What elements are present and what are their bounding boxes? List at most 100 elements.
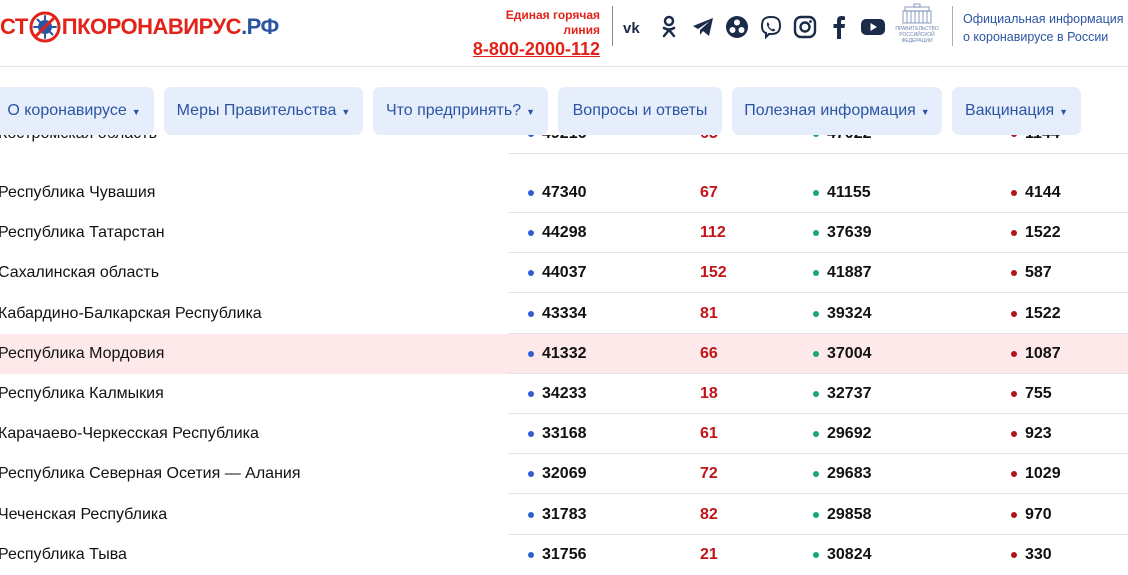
row-divider bbox=[508, 153, 1128, 154]
main-nav: О коронавирусе ▼ Меры Правительства ▼ Что … bbox=[0, 87, 1128, 135]
table-row: Кабардино-Балкарская Республика 43334 81… bbox=[0, 294, 1128, 334]
gov-emblem-caption-2: РОССИЙСКОЙ bbox=[899, 30, 935, 38]
deaths-value: 755 bbox=[1025, 385, 1052, 402]
government-emblem-icon[interactable]: ПРАВИТЕЛЬСТВО РОССИЙСКОЙ ФЕДЕРАЦИИ bbox=[890, 3, 944, 47]
cases-value: 41332 bbox=[542, 345, 587, 362]
cases-value: 47340 bbox=[542, 184, 587, 201]
official-info-link[interactable]: Официальная информация о коронавирусе в … bbox=[963, 10, 1128, 46]
cases-cell: 43334 bbox=[528, 294, 587, 334]
recovered-value: 39324 bbox=[827, 305, 872, 322]
cases-dot-icon bbox=[528, 190, 534, 196]
cases-cell: 49216 bbox=[528, 135, 587, 154]
region-name: Костромская область bbox=[0, 135, 157, 154]
recovered-cell: 32737 bbox=[813, 374, 872, 414]
deaths-cell: 1087 bbox=[1011, 334, 1061, 374]
recovered-dot-icon bbox=[813, 230, 819, 236]
table-row: Карачаево-Черкесская Республика 33168 61… bbox=[0, 414, 1128, 454]
new-cases-cell: 63 bbox=[700, 135, 718, 154]
region-name: Республика Чувашия bbox=[0, 184, 156, 201]
recovered-dot-icon bbox=[813, 471, 819, 477]
hotline-number-link[interactable]: 8-800-2000-112 bbox=[468, 38, 600, 60]
region-name: Чеченская Республика bbox=[0, 506, 168, 523]
deaths-cell: 755 bbox=[1011, 374, 1052, 414]
recovered-cell: 29692 bbox=[813, 414, 872, 454]
chevron-down-icon: ▼ bbox=[526, 107, 536, 117]
row-divider bbox=[508, 292, 1128, 293]
recovered-cell: 29858 bbox=[813, 495, 872, 535]
viber-icon[interactable] bbox=[758, 14, 784, 40]
recovered-dot-icon bbox=[813, 512, 819, 518]
recovered-value: 37004 bbox=[827, 345, 872, 362]
recovered-value: 29858 bbox=[827, 506, 872, 523]
nav-item-about-coronavirus[interactable]: О коронавирусе ▼ bbox=[0, 87, 154, 135]
region-name: Республика Татарстан bbox=[0, 224, 165, 241]
deaths-value: 1522 bbox=[1025, 224, 1061, 241]
recovered-dot-icon bbox=[813, 135, 819, 137]
deaths-value: 587 bbox=[1025, 264, 1052, 281]
region-name: Республика Тыва bbox=[0, 546, 127, 563]
cases-dot-icon bbox=[528, 135, 534, 137]
cases-dot-icon bbox=[528, 270, 534, 276]
deaths-cell: 923 bbox=[1011, 414, 1052, 454]
odnoklassniki-icon[interactable] bbox=[656, 14, 682, 40]
new-cases-cell: 81 bbox=[700, 305, 718, 322]
deaths-dot-icon bbox=[1011, 552, 1017, 558]
cases-dot-icon bbox=[528, 431, 534, 437]
cases-cell: 44298 bbox=[528, 213, 587, 253]
recovered-cell: 41155 bbox=[813, 173, 871, 213]
deaths-cell: 1144 bbox=[1011, 135, 1060, 154]
social-links: vk bbox=[622, 13, 886, 41]
nav-item-what-to-do[interactable]: Что предпринять? ▼ bbox=[373, 87, 548, 135]
nav-item-faq[interactable]: Вопросы и ответы bbox=[558, 87, 722, 135]
vk-icon[interactable]: vk bbox=[622, 14, 648, 40]
logo-text-part1: СТ bbox=[0, 14, 28, 39]
nav-item-useful-info[interactable]: Полезная информация ▼ bbox=[732, 87, 942, 135]
cases-dot-icon bbox=[528, 351, 534, 357]
cases-value: 33168 bbox=[542, 425, 587, 442]
facebook-icon[interactable] bbox=[826, 14, 852, 40]
hotline: Единая горячая линия 8-800-2000-112 bbox=[468, 8, 600, 60]
regions-stats-table: Костромская область 49216 63 47022 1144 … bbox=[0, 135, 1128, 575]
deaths-dot-icon bbox=[1011, 135, 1017, 137]
region-name: Карачаево-Черкесская Республика bbox=[0, 425, 259, 442]
cases-value: 34233 bbox=[542, 385, 587, 402]
recovered-cell: 47022 bbox=[813, 135, 872, 154]
telegram-icon[interactable] bbox=[690, 14, 716, 40]
deaths-dot-icon bbox=[1011, 311, 1017, 317]
recovered-cell: 30824 bbox=[813, 535, 872, 575]
cases-value: 31783 bbox=[542, 506, 587, 523]
cases-dot-icon bbox=[528, 512, 534, 518]
chevron-down-icon: ▼ bbox=[920, 107, 930, 117]
youtube-icon[interactable] bbox=[860, 14, 886, 40]
deaths-dot-icon bbox=[1011, 471, 1017, 477]
recovered-cell: 37004 bbox=[813, 334, 872, 374]
site-logo[interactable]: СТ ПКОРОНАВИРУС .РФ bbox=[0, 9, 279, 45]
recovered-dot-icon bbox=[813, 190, 819, 196]
table-row: Сахалинская область 44037 152 41887 587 bbox=[0, 253, 1128, 293]
cases-dot-icon bbox=[528, 230, 534, 236]
table-row: Республика Татарстан 44298 112 37639 152… bbox=[0, 213, 1128, 253]
recovered-value: 41155 bbox=[827, 184, 871, 201]
nav-item-government-measures[interactable]: Меры Правительства ▼ bbox=[164, 87, 363, 135]
new-cases-cell: 61 bbox=[700, 425, 718, 442]
cases-value: 44037 bbox=[542, 264, 587, 281]
table-row: Республика Чувашия 47340 67 41155 4144 bbox=[0, 173, 1128, 213]
deaths-dot-icon bbox=[1011, 351, 1017, 357]
nav-item-label: Что предпринять? bbox=[385, 102, 522, 119]
deaths-value: 923 bbox=[1025, 425, 1052, 442]
logo-text-part2: ПКОРОНАВИРУС bbox=[61, 14, 242, 39]
recovered-dot-icon bbox=[813, 552, 819, 558]
row-divider bbox=[508, 493, 1128, 494]
nav-item-vaccination[interactable]: Вакцинация ▼ bbox=[952, 87, 1081, 135]
deaths-cell: 1522 bbox=[1011, 294, 1061, 334]
recovered-dot-icon bbox=[813, 391, 819, 397]
instagram-icon[interactable] bbox=[792, 14, 818, 40]
deaths-value: 1144 bbox=[1025, 135, 1060, 154]
deaths-value: 1029 bbox=[1025, 465, 1061, 482]
cases-cell: 47340 bbox=[528, 173, 587, 213]
deaths-dot-icon bbox=[1011, 190, 1017, 196]
tiktok-icon[interactable] bbox=[724, 14, 750, 40]
official-info-line1: Официальная информация bbox=[963, 12, 1124, 26]
cases-value: 44298 bbox=[542, 224, 587, 241]
deaths-cell: 587 bbox=[1011, 253, 1052, 293]
